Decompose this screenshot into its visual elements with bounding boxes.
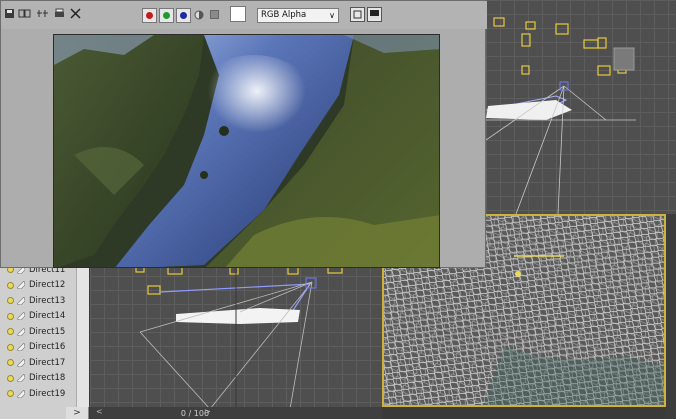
clear-icon[interactable] (69, 8, 82, 24)
list-item[interactable]: Direct12 (0, 278, 76, 293)
light-bulb-icon[interactable] (7, 328, 14, 335)
list-item-label: Direct16 (29, 342, 66, 352)
light-bulb-icon[interactable] (7, 297, 14, 304)
list-item[interactable]: Direct15 (0, 324, 76, 339)
blue-channel-button[interactable] (176, 8, 191, 23)
channel-display-select[interactable]: RGB Alpha ∨ (257, 8, 339, 23)
rendered-image (53, 34, 440, 268)
direct-light-icon (17, 343, 25, 351)
direct-light-icon (17, 358, 25, 367)
render-toolbar: RGB Alpha ∨ (1, 1, 487, 29)
green-channel-button[interactable] (159, 8, 174, 23)
frame-buffer-icon[interactable] (367, 7, 382, 22)
light-bulb-icon[interactable] (7, 390, 14, 397)
color-swatch[interactable] (230, 6, 246, 22)
viewport-side-strip (666, 214, 676, 419)
viewport-top-scene (486, 17, 636, 214)
direct-light-icon (17, 281, 25, 289)
display-toggle-icon[interactable] (350, 7, 365, 22)
red-channel-button[interactable] (142, 8, 157, 23)
direct-light-icon (17, 327, 25, 336)
channel-select-value: RGB Alpha (261, 10, 307, 20)
list-scrollbar[interactable] (76, 262, 89, 407)
alpha-channel-icon[interactable] (194, 9, 204, 21)
list-item-label: Direct13 (29, 295, 66, 306)
light-bulb-icon[interactable] (7, 312, 14, 320)
light-bulb-icon[interactable] (7, 343, 14, 351)
list-item-label: Direct14 (29, 311, 66, 321)
list-item-label: Direct19 (29, 388, 66, 399)
print-icon[interactable] (53, 8, 66, 24)
landscape-render (54, 35, 439, 267)
list-item[interactable]: Direct19 (0, 386, 76, 401)
monochrome-icon[interactable] (210, 10, 219, 19)
direct-light-icon (17, 296, 25, 305)
direct-light-icon (17, 389, 25, 398)
time-slider-prev-icon[interactable]: < (96, 407, 103, 416)
frame-counter: 0 / 100 (180, 409, 210, 418)
list-item-label: Direct12 (29, 280, 66, 290)
light-bulb-icon[interactable] (7, 281, 14, 289)
save-icon[interactable] (3, 8, 15, 24)
viewport-top[interactable] (486, 0, 676, 214)
list-item[interactable]: Direct18 (0, 371, 76, 386)
list-item[interactable]: Direct16 (0, 340, 76, 355)
list-item-label: Direct15 (29, 326, 66, 337)
direct-light-icon (17, 374, 25, 382)
chevron-down-icon: ∨ (329, 11, 335, 20)
viewport-left[interactable] (90, 262, 382, 409)
rendered-frame-window: RGB Alpha ∨ (0, 0, 487, 268)
list-item[interactable]: Direct13 (0, 293, 76, 308)
light-bulb-icon[interactable] (7, 359, 14, 366)
viewport-left-scene (135, 262, 343, 409)
clone-icon[interactable] (18, 8, 31, 24)
copy-icon[interactable] (36, 8, 49, 24)
direct-light-icon (17, 312, 25, 320)
list-scroll-right-icon[interactable]: > (66, 407, 88, 419)
list-item-label: Direct18 (29, 373, 66, 383)
light-bulb-icon[interactable] (7, 374, 14, 382)
list-item[interactable]: Direct14 (0, 309, 76, 324)
list-item-label: Direct17 (29, 357, 66, 368)
list-item[interactable]: Direct17 (0, 355, 76, 370)
